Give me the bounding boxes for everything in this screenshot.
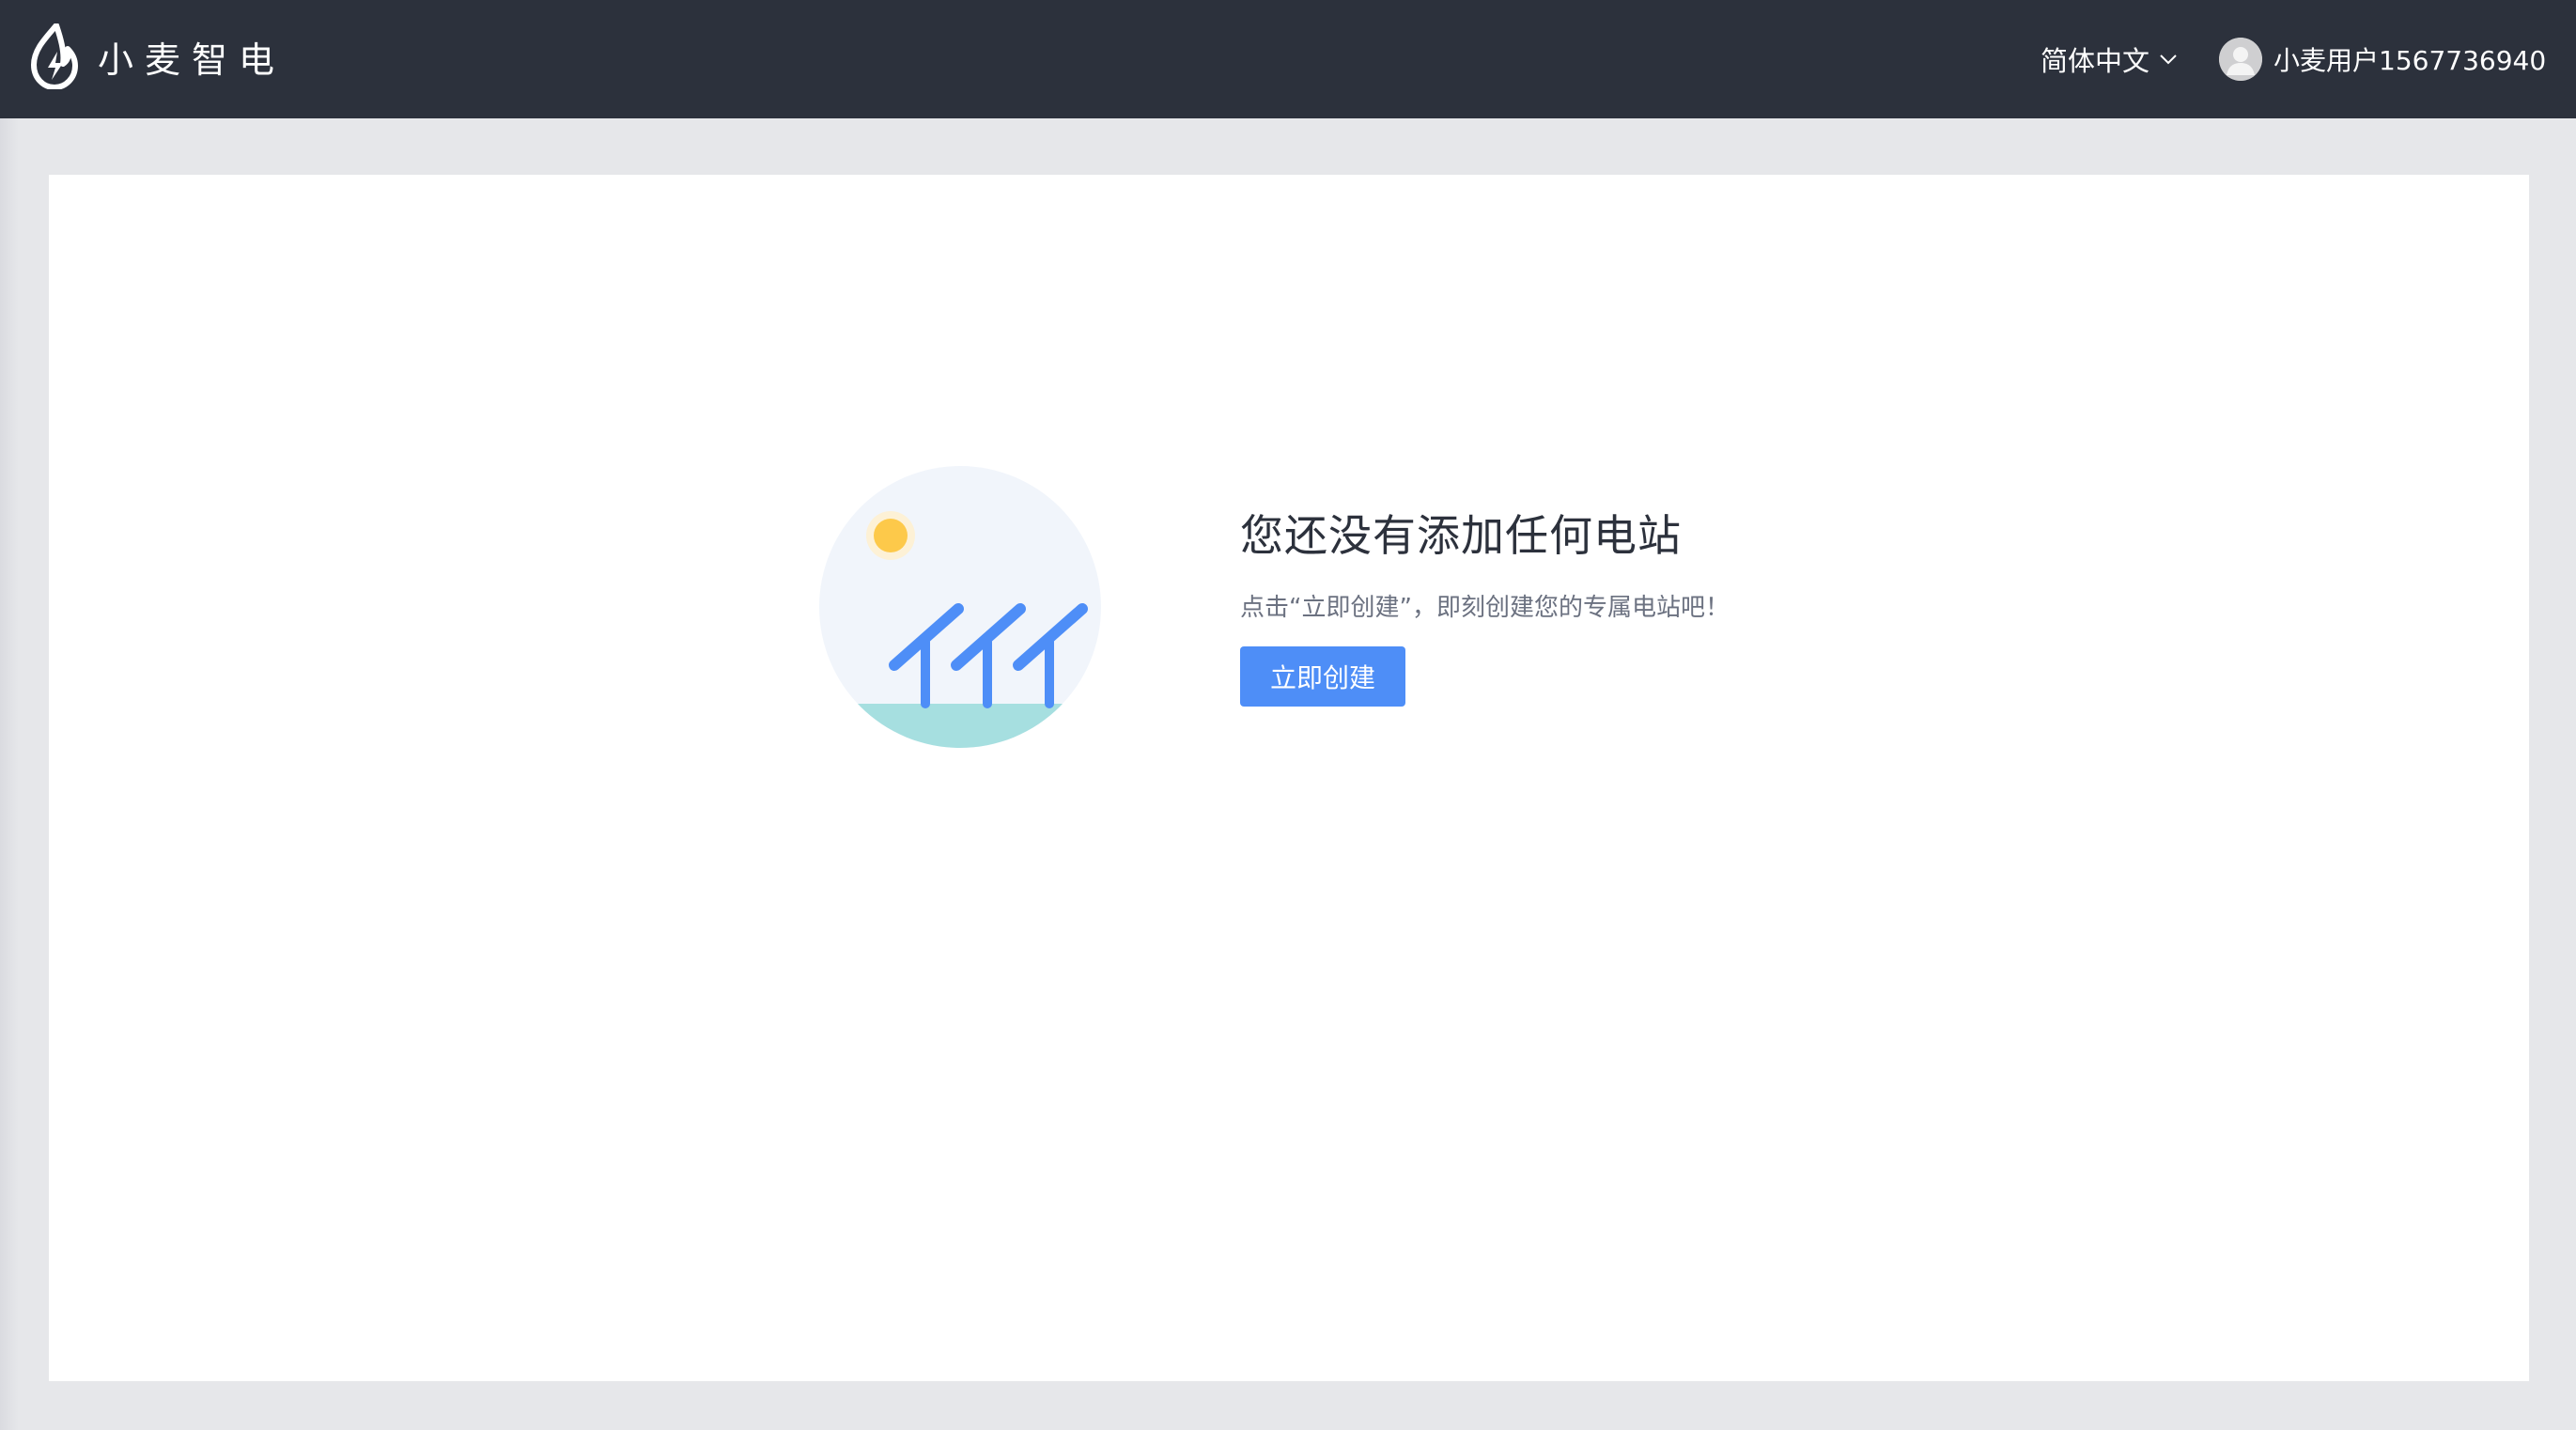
create-now-button[interactable]: 立即创建 xyxy=(1240,646,1405,707)
user-name: 小麦用户1567736940 xyxy=(2273,45,2547,76)
solar-panel-illustration xyxy=(819,466,1101,748)
chevron-down-icon xyxy=(2160,54,2177,65)
top-navigation-bar: 小麦智电 简体中文 小麦用户1567736940 xyxy=(0,0,2576,118)
sidebar-edge xyxy=(0,118,19,1430)
language-label: 简体中文 xyxy=(2041,45,2150,77)
brand-logo[interactable]: 小麦智电 xyxy=(28,23,286,89)
brand-name: 小麦智电 xyxy=(98,39,287,81)
language-selector[interactable]: 简体中文 xyxy=(2041,36,2178,83)
main-content-panel xyxy=(49,175,2529,1381)
user-avatar-icon xyxy=(2219,38,2262,81)
empty-state-title: 您还没有添加任何电站 xyxy=(1240,510,1682,561)
empty-state-description: 点击“立即创建”，即刻创建您的专属电站吧！ xyxy=(1240,594,1730,622)
user-menu[interactable]: 小麦用户1567736940 xyxy=(2219,36,2546,83)
flame-lightning-icon xyxy=(31,23,78,89)
